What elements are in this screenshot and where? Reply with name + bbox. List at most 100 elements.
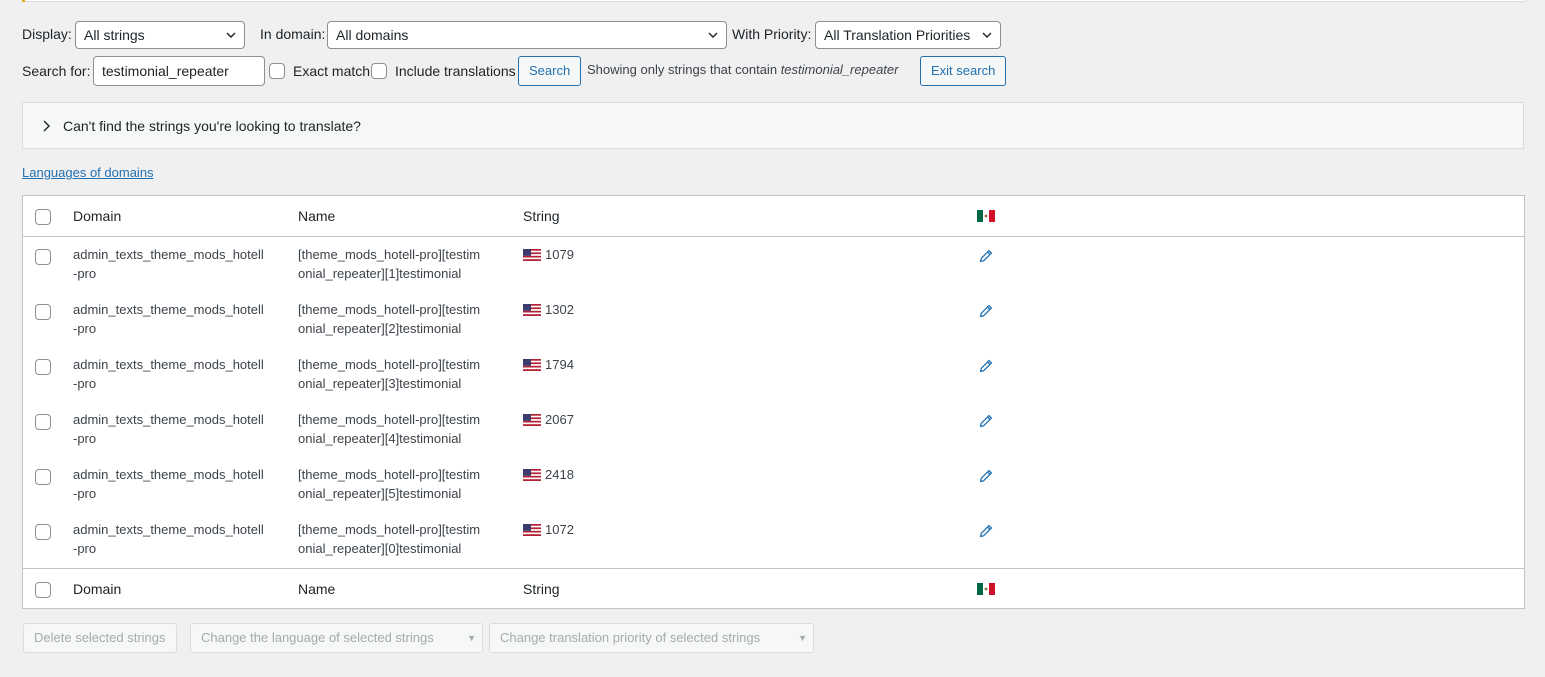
row-domain-line: admin_texts_theme_mods_hotell <box>73 302 264 317</box>
missing-strings-accordion[interactable]: Can't find the strings you're looking to… <box>22 102 1524 149</box>
row-string: 2067 <box>523 410 574 429</box>
accordion-title: Can't find the strings you're looking to… <box>63 118 361 134</box>
us-flag-icon <box>523 413 541 426</box>
row-name: [theme_mods_hotell-pro][testim onial_repe… <box>298 520 508 558</box>
change-language-select[interactable]: Change the language of selected strings … <box>190 623 483 653</box>
row-checkbox[interactable] <box>35 304 51 320</box>
row-checkbox[interactable] <box>35 469 51 485</box>
table-footer: Domain Name String <box>23 568 1524 609</box>
column-string-footer[interactable]: String <box>523 581 560 597</box>
languages-of-domains-link[interactable]: Languages of domains <box>22 165 154 180</box>
chevron-down-icon <box>226 32 236 38</box>
display-select-value: All strings <box>84 27 145 43</box>
column-string[interactable]: String <box>523 208 560 224</box>
table-row: admin_texts_theme_mods_hotell -pro [theme_… <box>23 347 1524 402</box>
row-domain: admin_texts_theme_mods_hotell -pro <box>73 465 283 503</box>
row-name-line: [theme_mods_hotell-pro][testim <box>298 302 481 317</box>
table-row: admin_texts_theme_mods_hotell -pro [theme_… <box>23 237 1524 292</box>
row-checkbox[interactable] <box>35 359 51 375</box>
table-row: admin_texts_theme_mods_hotell -pro [theme_… <box>23 512 1524 567</box>
change-priority-select[interactable]: Change translation priority of selected … <box>489 623 814 653</box>
change-priority-label: Change translation priority of selected … <box>500 630 761 645</box>
search-info-text: Showing only strings that contain <box>587 62 778 77</box>
us-flag-icon <box>523 468 541 481</box>
row-string-value: 2067 <box>545 412 574 427</box>
us-flag-icon <box>523 523 541 536</box>
row-name: [theme_mods_hotell-pro][testim onial_repe… <box>298 300 508 338</box>
chevron-down-icon <box>982 32 992 38</box>
row-domain-line: admin_texts_theme_mods_hotell <box>73 247 264 262</box>
search-info: Showing only strings that contain testim… <box>587 62 898 77</box>
us-flag-icon <box>523 303 541 316</box>
pencil-icon[interactable] <box>978 413 994 429</box>
exact-match-checkbox[interactable] <box>269 63 285 79</box>
pencil-icon[interactable] <box>978 523 994 539</box>
row-checkbox[interactable] <box>35 249 51 265</box>
row-string: 1072 <box>523 520 574 539</box>
row-name: [theme_mods_hotell-pro][testim onial_repe… <box>298 245 508 283</box>
row-domain-line: admin_texts_theme_mods_hotell <box>73 522 264 537</box>
row-name: [theme_mods_hotell-pro][testim onial_repe… <box>298 465 508 503</box>
dropdown-arrow-icon: ▼ <box>798 633 807 643</box>
row-string-value: 2418 <box>545 467 574 482</box>
row-domain-line: admin_texts_theme_mods_hotell <box>73 412 264 427</box>
row-domain: admin_texts_theme_mods_hotell -pro <box>73 520 283 558</box>
us-flag-icon <box>523 248 541 261</box>
row-domain: admin_texts_theme_mods_hotell -pro <box>73 355 283 393</box>
select-all-checkbox-footer[interactable] <box>35 582 51 598</box>
row-name-line: [theme_mods_hotell-pro][testim <box>298 522 481 537</box>
select-all-checkbox[interactable] <box>35 209 51 225</box>
include-translations-label: Include translations <box>395 63 516 79</box>
pencil-icon[interactable] <box>978 303 994 319</box>
column-name[interactable]: Name <box>298 208 335 224</box>
table-header: Domain Name String <box>23 196 1524 237</box>
row-name-line: onial_repeater][3]testimonial <box>298 376 462 391</box>
row-string-value: 1079 <box>545 247 574 262</box>
column-domain[interactable]: Domain <box>73 208 121 224</box>
us-flag-icon <box>523 358 541 371</box>
column-domain-footer[interactable]: Domain <box>73 581 121 597</box>
row-domain: admin_texts_theme_mods_hotell -pro <box>73 245 283 283</box>
domain-select-value: All domains <box>336 27 409 43</box>
pencil-icon[interactable] <box>978 468 994 484</box>
chevron-right-icon <box>43 120 50 132</box>
row-domain-line: -pro <box>73 541 97 556</box>
search-input[interactable]: testimonial_repeater <box>93 56 265 86</box>
row-string: 1794 <box>523 355 574 374</box>
search-info-term: testimonial_repeater <box>780 62 899 77</box>
row-domain-line: -pro <box>73 486 97 501</box>
column-name-footer[interactable]: Name <box>298 581 335 597</box>
domain-select[interactable]: All domains <box>327 21 727 49</box>
row-string: 2418 <box>523 465 574 484</box>
search-label: Search for: <box>22 63 91 79</box>
delete-selected-button[interactable]: Delete selected strings <box>23 623 177 653</box>
admin-notice-edge <box>22 0 1526 2</box>
row-string-value: 1794 <box>545 357 574 372</box>
exit-search-button[interactable]: Exit search <box>920 56 1007 86</box>
row-name-line: [theme_mods_hotell-pro][testim <box>298 247 481 262</box>
row-name-line: onial_repeater][5]testimonial <box>298 486 462 501</box>
row-domain-line: -pro <box>73 376 97 391</box>
row-domain: admin_texts_theme_mods_hotell -pro <box>73 410 283 448</box>
search-button[interactable]: Search <box>518 56 582 86</box>
exact-match-label: Exact match <box>293 63 371 79</box>
include-translations-checkbox[interactable] <box>371 63 387 79</box>
dropdown-arrow-icon: ▼ <box>467 633 476 643</box>
row-checkbox[interactable] <box>35 524 51 540</box>
pencil-icon[interactable] <box>978 358 994 374</box>
row-name-line: onial_repeater][1]testimonial <box>298 266 462 281</box>
row-checkbox[interactable] <box>35 414 51 430</box>
row-string-value: 1072 <box>545 522 574 537</box>
pencil-icon[interactable] <box>978 248 994 264</box>
priority-select[interactable]: All Translation Priorities <box>815 21 1001 49</box>
row-domain-line: admin_texts_theme_mods_hotell <box>73 357 264 372</box>
display-select[interactable]: All strings <box>75 21 245 49</box>
table-row: admin_texts_theme_mods_hotell -pro [theme_… <box>23 402 1524 457</box>
strings-table: Domain Name String admin_texts_theme_mod… <box>22 195 1525 609</box>
row-domain: admin_texts_theme_mods_hotell -pro <box>73 300 283 338</box>
mexico-flag-icon <box>977 209 995 225</box>
row-name-line: onial_repeater][4]testimonial <box>298 431 462 446</box>
chevron-down-icon <box>708 32 718 38</box>
priority-label: With Priority: <box>732 26 812 42</box>
row-string-value: 1302 <box>545 302 574 317</box>
